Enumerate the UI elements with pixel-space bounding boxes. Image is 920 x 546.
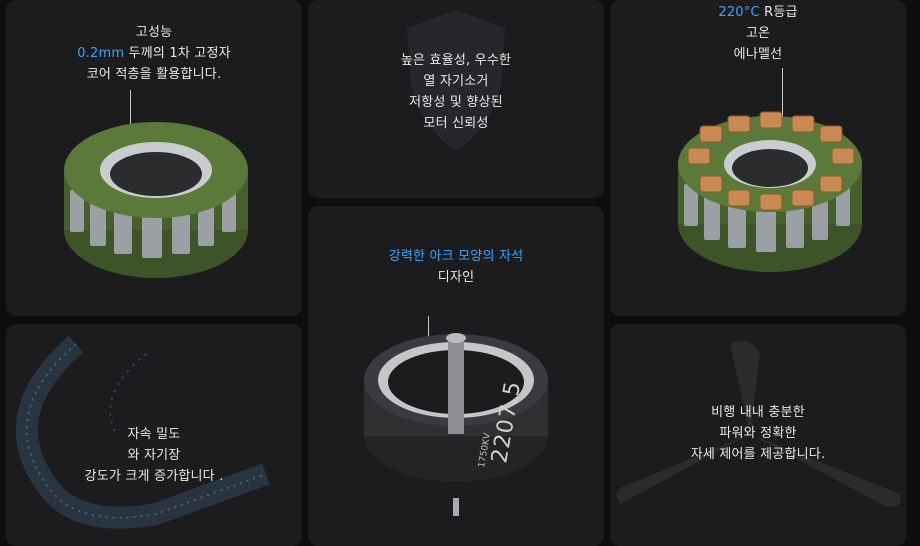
stator-winding-image (678, 111, 862, 272)
stator-core-line2: 두께의 1차 고정자 (124, 46, 231, 61)
arc-magnet-line2: 디자인 (437, 270, 475, 285)
enamel-line1: R등급 (759, 5, 798, 20)
flux-line2: 와 자기장 (127, 448, 181, 463)
stator-core-thickness: 0.2mm (77, 46, 125, 61)
flight-line2: 파워와 정확한 (719, 426, 797, 441)
efficiency-text: 높은 효율성, 우수한 열 자기소거 저항성 및 향상된 모터 신뢰성 (308, 50, 604, 134)
stator-core-image (64, 122, 248, 278)
enamel-text: 220°C R등급 고온 에나멜선 (610, 2, 906, 65)
flux-line1: 자속 밀도 (127, 427, 181, 442)
card-stator-core: 고성능 0.2mm 두께의 1차 고정자 코어 적층을 활용합니다. (6, 0, 302, 316)
flight-line3: 자세 제어를 제공합니다. (690, 447, 826, 462)
flight-text: 비행 내내 충분한 파워와 정확한 자세 제어를 제공합니다. (610, 402, 906, 465)
efficiency-line1: 높은 효율성, 우수한 (400, 53, 512, 68)
flight-line1: 비행 내내 충분한 (711, 405, 805, 420)
card-arc-magnet: 강력한 아크 모양의 자석 디자인 2207.5 1750KV (308, 206, 604, 546)
efficiency-line3: 저항성 및 향상된 (409, 95, 503, 110)
stator-core-line1: 고성능 (135, 25, 173, 40)
flux-text: 자속 밀도 와 자기장 강도가 크게 증가합니다 . (6, 424, 302, 487)
efficiency-line2: 열 자기소거 (423, 74, 489, 89)
card-flight: 비행 내내 충분한 파워와 정확한 자세 제어를 제공합니다. (610, 324, 906, 546)
efficiency-line4: 모터 신뢰성 (423, 116, 489, 131)
arc-magnet-text: 강력한 아크 모양의 자석 디자인 (308, 246, 604, 288)
card-efficiency: 높은 효율성, 우수한 열 자기소거 저항성 및 향상된 모터 신뢰성 (308, 0, 604, 198)
motor-image: 2207.5 1750KV (364, 333, 548, 516)
card-enamel: 220°C R등급 고온 에나멜선 (610, 0, 906, 316)
enamel-line3: 에나멜선 (733, 47, 783, 62)
stator-core-line3: 코어 적층을 활용합니다. (86, 67, 222, 82)
flux-line3: 강도가 크게 증가합니다 . (84, 469, 224, 484)
enamel-line2: 고온 (745, 26, 771, 41)
arc-magnet-line1: 강력한 아크 모양의 자석 (388, 249, 524, 264)
enamel-temperature: 220°C (718, 5, 760, 20)
card-flux: 자속 밀도 와 자기장 강도가 크게 증가합니다 . (6, 324, 302, 546)
stator-core-text: 고성능 0.2mm 두께의 1차 고정자 코어 적층을 활용합니다. (6, 22, 302, 85)
